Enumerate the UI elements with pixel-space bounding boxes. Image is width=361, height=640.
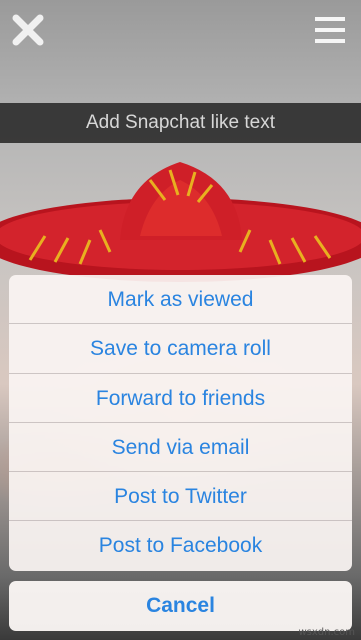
action-sheet: Mark as viewed Save to camera roll Forwa…	[9, 275, 352, 571]
mark-as-viewed-button[interactable]: Mark as viewed	[9, 275, 352, 325]
save-to-camera-roll-button[interactable]: Save to camera roll	[9, 324, 352, 374]
post-to-twitter-button[interactable]: Post to Twitter	[9, 472, 352, 522]
hamburger-menu-icon	[315, 17, 345, 43]
menu-button[interactable]	[315, 15, 345, 45]
watermark-text: wsxdn.com	[298, 627, 355, 638]
post-to-facebook-button[interactable]: Post to Facebook	[9, 521, 352, 570]
forward-to-friends-button[interactable]: Forward to friends	[9, 374, 352, 423]
send-via-email-button[interactable]: Send via email	[9, 423, 352, 473]
close-icon	[12, 14, 44, 46]
snap-caption-bar[interactable]: Add Snapchat like text	[0, 103, 361, 143]
cancel-button[interactable]: Cancel	[9, 581, 352, 631]
top-toolbar	[0, 0, 361, 65]
close-button[interactable]	[12, 14, 44, 46]
